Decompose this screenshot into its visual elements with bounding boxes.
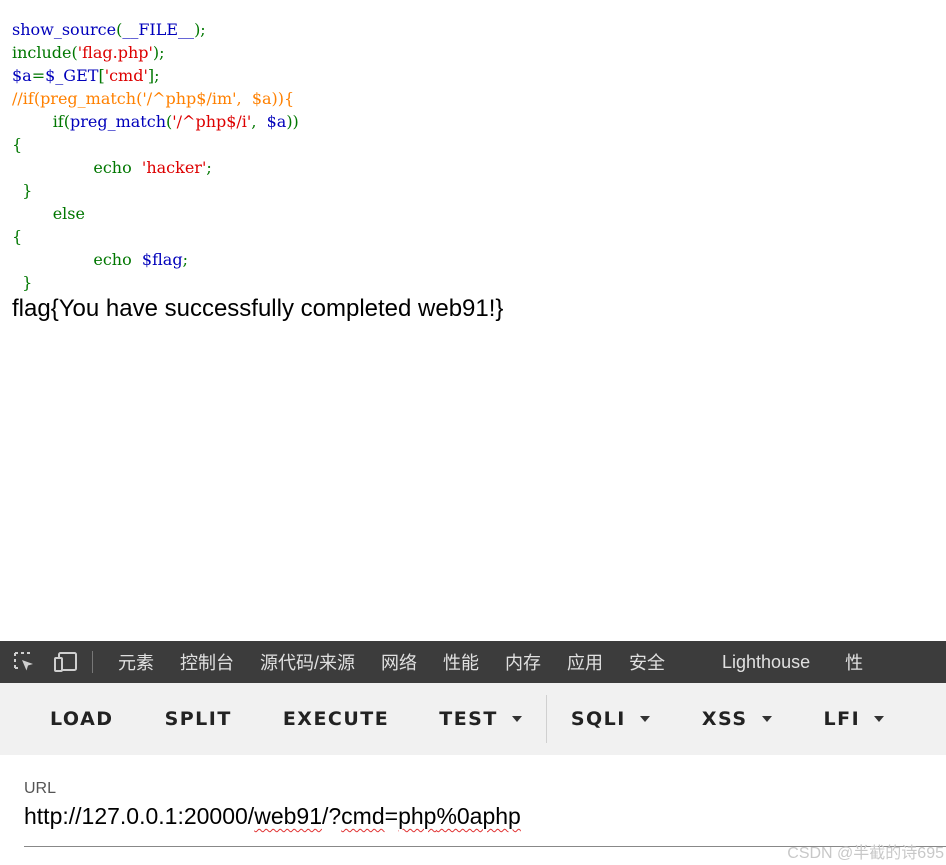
chevron-down-icon xyxy=(511,716,522,722)
tab-performance[interactable]: 性能 xyxy=(443,649,479,675)
code-token: $flag xyxy=(141,250,183,269)
url-segment: web91 xyxy=(254,803,322,829)
code-token: 'hacker' xyxy=(141,158,207,177)
sqli-dropdown[interactable]: SQLI xyxy=(571,708,650,730)
code-token: $_GET xyxy=(45,66,99,85)
url-segment: cmd xyxy=(341,803,385,829)
url-field-label: URL xyxy=(24,780,57,797)
toolbar-divider xyxy=(545,695,547,743)
code-token: $a xyxy=(266,112,287,131)
tab-elements[interactable]: 元素 xyxy=(118,649,154,675)
test-dropdown-label: TEST xyxy=(439,708,498,730)
code-token: ; xyxy=(206,158,212,177)
watermark: CSDN @半截的诗695 xyxy=(787,845,944,862)
code-comment: //if(preg_match('/^php$/im', $a)){ xyxy=(12,89,295,108)
code-line: } xyxy=(12,273,33,292)
code-line: { xyxy=(12,135,23,154)
sqli-dropdown-label: SQLI xyxy=(570,708,626,730)
tab-network[interactable]: 网络 xyxy=(381,649,417,675)
xss-dropdown-label: XSS xyxy=(701,708,748,730)
code-token: else xyxy=(52,204,85,223)
code-line: $a=$_GET['cmd']; xyxy=(12,64,299,87)
code-token: ]; xyxy=(147,66,160,85)
tab-application[interactable]: 应用 xyxy=(567,649,603,675)
chevron-down-icon xyxy=(874,716,885,722)
code-token: preg_match xyxy=(69,112,166,131)
code-line: include('flag.php'); xyxy=(12,41,299,64)
url-segment: /? xyxy=(321,803,342,829)
load-button[interactable]: LOAD xyxy=(50,708,114,730)
hackbar-toolbar: LOAD SPLIT EXECUTE TEST SQLI XSS LFI xyxy=(0,683,946,755)
code-line: } xyxy=(12,181,33,200)
code-token: echo xyxy=(93,158,132,177)
toolbar-divider xyxy=(92,651,93,673)
code-token: '/^php$/i' xyxy=(172,112,252,131)
chevron-down-icon xyxy=(761,716,772,722)
code-line: echo 'hacker'; xyxy=(12,156,299,179)
url-input[interactable]: http://127.0.0.1:20000/web91/?cmd=php%0a… xyxy=(24,803,521,830)
lfi-dropdown[interactable]: LFI xyxy=(824,708,885,730)
url-segment: %0aphp xyxy=(436,803,521,829)
split-button[interactable]: SPLIT xyxy=(165,708,232,730)
code-line: //if(preg_match('/^php$/im', $a)){ xyxy=(12,87,299,110)
url-segment: http://127.0.0.1:20000/ xyxy=(24,803,255,829)
tab-sources[interactable]: 源代码/来源 xyxy=(260,649,355,675)
code-token: $a xyxy=(12,66,32,85)
code-token: ); xyxy=(152,43,165,62)
php-source-listing: show_source(__FILE__); include('flag.php'… xyxy=(12,18,299,294)
code-token: 'cmd' xyxy=(104,66,148,85)
url-segment: php xyxy=(398,803,437,829)
device-toolbar-icon[interactable] xyxy=(54,650,78,674)
code-line: if(preg_match('/^php$/i', $a)) xyxy=(12,110,299,133)
code-token: show_source xyxy=(12,20,117,39)
lfi-dropdown-label: LFI xyxy=(823,708,861,730)
flag-output-text: flag{You have successfully completed web… xyxy=(12,295,504,322)
tab-performance-insights[interactable]: 性 xyxy=(845,649,863,675)
devtools-tab-bar: 元素 控制台 源代码/来源 网络 性能 内存 应用 安全 Lighthouse … xyxy=(0,641,946,683)
code-token: , xyxy=(251,112,267,131)
tab-security[interactable]: 安全 xyxy=(629,649,665,675)
code-line: { xyxy=(12,227,23,246)
code-token: if xyxy=(52,112,64,131)
execute-button[interactable]: EXECUTE xyxy=(283,708,389,730)
url-segment: = xyxy=(384,803,399,829)
code-token: 'flag.php' xyxy=(77,43,153,62)
chevron-down-icon xyxy=(639,716,650,722)
code-line: else xyxy=(12,202,299,225)
code-line: show_source(__FILE__); xyxy=(12,18,299,41)
tab-memory[interactable]: 内存 xyxy=(505,649,541,675)
code-token: __FILE__ xyxy=(122,20,195,39)
code-token: include xyxy=(12,43,72,62)
tab-console[interactable]: 控制台 xyxy=(180,649,234,675)
inspect-element-icon[interactable] xyxy=(12,650,36,674)
code-token: ); xyxy=(194,20,206,39)
test-dropdown[interactable]: TEST xyxy=(439,708,522,730)
code-line: echo $flag; xyxy=(12,248,299,271)
code-token: = xyxy=(31,66,46,85)
code-token: )) xyxy=(286,112,299,131)
xss-dropdown[interactable]: XSS xyxy=(702,708,772,730)
code-token: ; xyxy=(182,250,188,269)
code-token: echo xyxy=(93,250,132,269)
tab-lighthouse[interactable]: Lighthouse xyxy=(722,652,810,673)
